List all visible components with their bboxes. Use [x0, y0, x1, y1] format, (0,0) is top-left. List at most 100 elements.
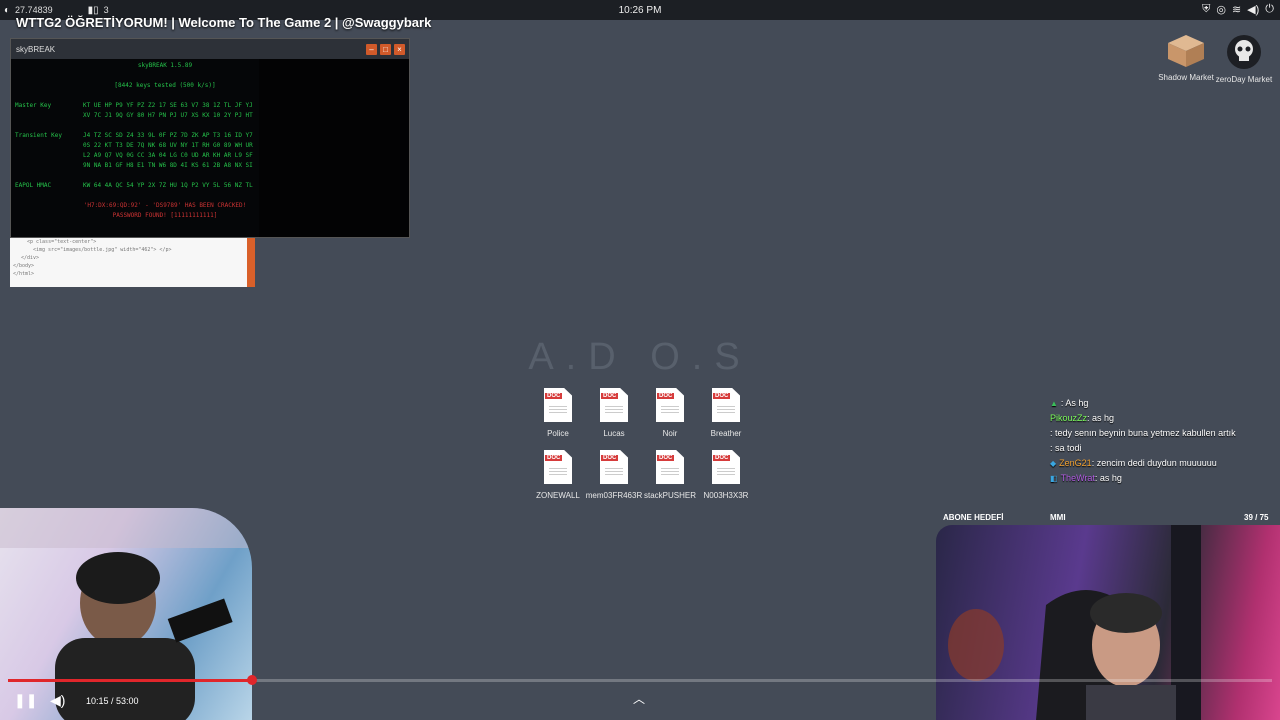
- player-controls: ❚❚ ◀) 10:15 / 53:00 ︿: [0, 688, 1280, 720]
- chat-text: : zencim dedi duydun muuuuuu: [1091, 458, 1217, 468]
- sub-goal-name: MMI: [1050, 513, 1066, 522]
- desktop-doc[interactable]: DOC Breather: [698, 388, 754, 438]
- sub-goal-count: 39 / 75: [1244, 513, 1269, 522]
- master-key-label: Master Key: [15, 102, 52, 109]
- master-key-line: KT UE HP P9 YF PZ Z2 17 SE 63 V7 38 1Z T…: [83, 102, 253, 109]
- editor-line: <img src="images/bottle.jpg" width="462"…: [33, 247, 172, 253]
- notes-count: 3: [103, 5, 109, 15]
- desktop-doc[interactable]: DOC N003H3X3R: [698, 450, 754, 500]
- eapol-line: KW 64 4A QC 54 YP 2X 7Z HU 1Q P2 VY 5L 5…: [83, 182, 253, 189]
- time-display: 10:15 / 53:00: [86, 696, 139, 706]
- shield-icon[interactable]: ⛨: [1202, 3, 1210, 16]
- power-icon[interactable]: ⏻: [1265, 3, 1274, 16]
- chat-username: TheWrat: [1060, 473, 1095, 483]
- editor-line: </div>: [21, 255, 40, 261]
- wifi-icon[interactable]: ≋: [1232, 3, 1241, 16]
- chat-username: PikouzZz: [1050, 413, 1088, 423]
- sub-goal-label: ABONE HEDEFİ: [943, 513, 1004, 522]
- skull-icon: [1227, 35, 1261, 69]
- master-key-line: XV 7C J1 9Q GY 80 H7 PN PJ U7 XS KX 10 2…: [83, 112, 253, 119]
- terminal-output: skyBREAK 1.5.89 [8442 keys tested (500 k…: [11, 59, 409, 237]
- doc-lines: [717, 406, 735, 415]
- transient-key-label: Transient Key: [15, 132, 62, 139]
- document-icon: DOC: [600, 388, 628, 422]
- chat-text: : as hg: [1094, 473, 1122, 483]
- doc-tag: DOC: [545, 393, 563, 399]
- chat-text: : as hg: [1087, 413, 1115, 423]
- doc-tag: DOC: [601, 393, 619, 399]
- doc-lines: [605, 468, 623, 477]
- doc-label: Police: [547, 429, 569, 438]
- chat-message: ▲: As hg: [1050, 396, 1275, 411]
- system-tray: ⛨ ◎ ≋ ◀) ⏻: [1202, 3, 1274, 16]
- document-icon: DOC: [656, 388, 684, 422]
- desktop-doc[interactable]: DOC Police: [530, 388, 586, 438]
- doc-lines: [549, 468, 567, 477]
- doc-label: N003H3X3R: [703, 491, 749, 500]
- desktop-doc[interactable]: DOC ZONEWALL: [530, 450, 586, 500]
- progress-handle[interactable]: [246, 675, 257, 685]
- doc-lines: [661, 406, 679, 415]
- editor-line: </body>: [13, 263, 35, 269]
- keys-tested: [8442 keys tested (500 k/s)]: [114, 82, 216, 89]
- desktop-icons: DOC Police DOC Lucas DOC Noir DOC Breather DOC ZO…: [530, 388, 755, 500]
- code-editor[interactable]: <p class="text-center"> <img src="images…: [10, 237, 255, 287]
- chat-badge-icon: ▲: [1050, 399, 1058, 408]
- shadow-market[interactable]: Shadow Market: [1158, 33, 1214, 82]
- document-icon: DOC: [656, 450, 684, 484]
- terminal-header: skyBREAK 1.5.89: [137, 62, 193, 69]
- chat-overlay: ▲: As hg PikouzZz: as hg: tedy senın beyn…: [1050, 396, 1275, 486]
- market-label: Shadow Market: [1158, 73, 1214, 82]
- maximize-icon[interactable]: □: [380, 43, 391, 55]
- desktop-doc[interactable]: DOC Noir: [642, 388, 698, 438]
- notes-icon[interactable]: ▮▯: [88, 5, 99, 16]
- transient-key-line: 9N NA B1 GF H8 E1 TN W6 8D 4I KS 61 2B A…: [83, 162, 253, 169]
- desktop-doc[interactable]: DOC stackPUSHER: [642, 450, 698, 500]
- doc-label: Noir: [662, 429, 678, 438]
- progress-bar[interactable]: [8, 675, 1272, 685]
- dollar-icon: ◐: [4, 4, 11, 16]
- doc-label: mem03FR463R: [585, 491, 643, 500]
- doc-tag: DOC: [545, 455, 563, 461]
- doc-lines: [605, 406, 623, 415]
- chat-text: : sa todi: [1050, 443, 1082, 453]
- chat-message: : tedy senın beynin buna yetmez kabullen…: [1050, 426, 1275, 441]
- volume-icon[interactable]: ◀): [50, 692, 65, 709]
- doc-tag: DOC: [713, 393, 731, 399]
- document-icon: DOC: [600, 450, 628, 484]
- doc-label: Breather: [710, 429, 742, 438]
- minimize-icon[interactable]: –: [366, 43, 377, 55]
- doc-label: Lucas: [603, 429, 625, 438]
- transient-key-line: J4 TZ SC SD Z4 33 9L 0F PZ 7D ZK AP T3 1…: [83, 132, 253, 139]
- chat-badge-icon: ◆: [1050, 459, 1057, 468]
- taskbar-left: ◐ 27.74839 ▮▯ 3: [0, 5, 109, 16]
- chat-message: : sa todi: [1050, 441, 1275, 456]
- doc-tag: DOC: [713, 455, 731, 461]
- signal-icon[interactable]: ◎: [1216, 3, 1226, 16]
- zeroday-market[interactable]: zeroDay Market: [1216, 33, 1272, 84]
- eapol-label: EAPOL HMAC: [15, 182, 52, 189]
- doc-tag: DOC: [657, 455, 675, 461]
- chevron-up-icon[interactable]: ︿: [633, 690, 645, 707]
- close-icon[interactable]: ×: [394, 43, 405, 55]
- volume-icon[interactable]: ◀): [1247, 3, 1259, 16]
- desktop-doc[interactable]: DOC mem03FR463R: [586, 450, 642, 500]
- skybreak-window[interactable]: skyBREAK – □ × skyBREAK 1.5.89 [8442 key…: [10, 38, 410, 238]
- document-icon: DOC: [544, 388, 572, 422]
- chat-username: ZenG21: [1059, 458, 1092, 468]
- editor-line: </html>: [13, 271, 35, 277]
- clock: 10:26 PM: [618, 4, 662, 16]
- window-titlebar[interactable]: skyBREAK – □ ×: [11, 39, 409, 59]
- chat-badge-icon: ◧: [1050, 474, 1058, 483]
- window-title: skyBREAK: [16, 44, 56, 54]
- desktop-doc[interactable]: DOC Lucas: [586, 388, 642, 438]
- chat-text: : As hg: [1060, 398, 1089, 408]
- chat-message: ◧ TheWrat: as hg: [1050, 471, 1275, 486]
- doc-tag: DOC: [657, 393, 675, 399]
- document-icon: DOC: [712, 388, 740, 422]
- document-icon: DOC: [712, 450, 740, 484]
- chat-message: PikouzZz: as hg: [1050, 411, 1275, 426]
- stream-title: WTTG2 ÖĞRETİYORUM! | Welcome To The Game…: [16, 15, 432, 30]
- box-icon: [1168, 35, 1204, 67]
- pause-icon[interactable]: ❚❚: [14, 692, 37, 709]
